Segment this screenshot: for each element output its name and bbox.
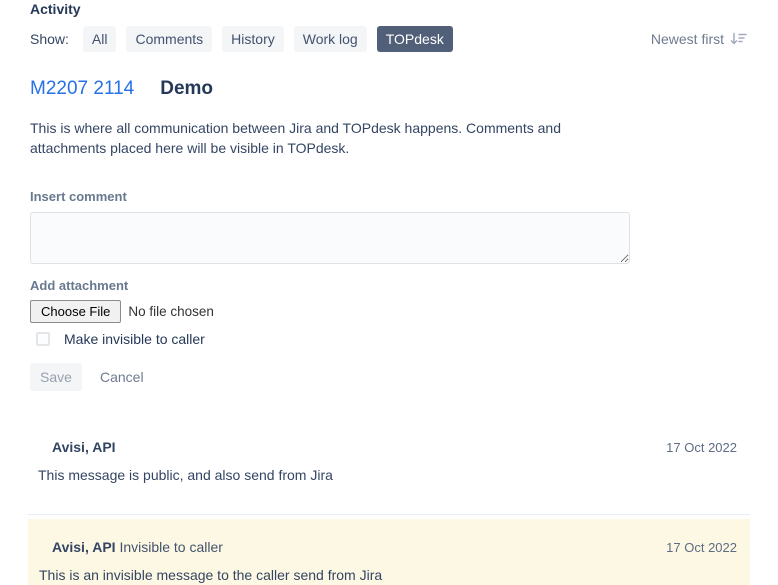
filter-bar: Show: All Comments History Work log TOPd… xyxy=(30,26,748,52)
comment-form-actions: Save Cancel xyxy=(30,363,748,391)
sort-order-control[interactable]: Newest first xyxy=(651,31,748,47)
file-chosen-status: No file chosen xyxy=(128,304,214,319)
ticket-title: Demo xyxy=(160,78,213,100)
tab-topdesk[interactable]: TOPdesk xyxy=(377,26,453,52)
insert-comment-label: Insert comment xyxy=(30,189,748,204)
show-label: Show: xyxy=(30,31,69,47)
comment-author-line: Avisi, API xyxy=(52,439,116,455)
attachment-file-input: Choose File No file chosen xyxy=(30,300,748,323)
add-attachment-label: Add attachment xyxy=(30,278,748,293)
comment-list: Avisi, API 17 Oct 2022 This message is p… xyxy=(28,431,750,585)
filter-tabs: All Comments History Work log TOPdesk xyxy=(83,26,453,52)
tab-work-log[interactable]: Work log xyxy=(294,26,367,52)
comment-header: Avisi, API Invisible to caller 17 Oct 20… xyxy=(28,539,750,555)
save-button[interactable]: Save xyxy=(30,363,82,391)
invisible-to-caller-badge: Invisible to caller xyxy=(119,539,223,555)
tab-comments[interactable]: Comments xyxy=(126,26,212,52)
ticket-header: M2207 2114 Demo xyxy=(30,78,748,100)
comment-body: This message is public, and also send fr… xyxy=(28,467,750,483)
make-invisible-checkbox-row[interactable]: Make invisible to caller xyxy=(36,331,748,347)
tab-history[interactable]: History xyxy=(222,26,284,52)
comment-date: 17 Oct 2022 xyxy=(666,540,737,555)
comment-date: 17 Oct 2022 xyxy=(666,440,737,455)
activity-panel: Activity Show: All Comments History Work… xyxy=(0,0,778,391)
panel-description: This is where all communication between … xyxy=(30,118,605,158)
comment-item-invisible: Avisi, API Invisible to caller 17 Oct 20… xyxy=(28,519,750,585)
sort-descending-icon xyxy=(729,31,748,47)
comment-item-public: Avisi, API 17 Oct 2022 This message is p… xyxy=(28,431,750,515)
comment-author-line: Avisi, API Invisible to caller xyxy=(52,539,223,555)
sort-order-label: Newest first xyxy=(651,31,724,47)
activity-heading: Activity xyxy=(30,1,748,17)
comment-body: This is an invisible message to the call… xyxy=(28,567,750,583)
comment-author: Avisi, API xyxy=(52,539,116,555)
cancel-link[interactable]: Cancel xyxy=(100,369,144,385)
tab-all[interactable]: All xyxy=(83,26,117,52)
make-invisible-checkbox[interactable] xyxy=(36,332,50,346)
make-invisible-label: Make invisible to caller xyxy=(64,331,205,347)
comment-input[interactable] xyxy=(30,212,630,264)
comment-header: Avisi, API 17 Oct 2022 xyxy=(28,439,750,455)
choose-file-button[interactable]: Choose File xyxy=(30,300,121,323)
comment-author: Avisi, API xyxy=(52,439,116,455)
ticket-id-link[interactable]: M2207 2114 xyxy=(30,78,134,100)
